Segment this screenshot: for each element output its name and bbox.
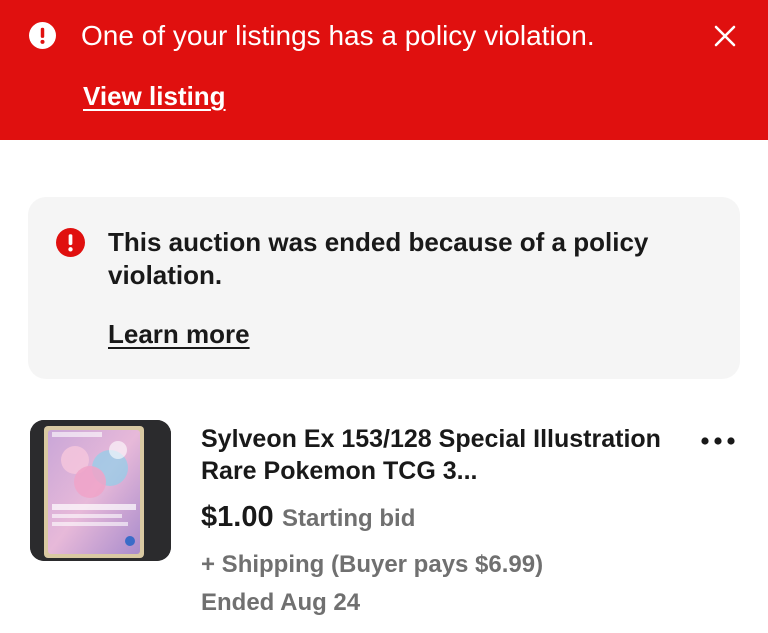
auction-status-card: This auction was ended because of a poli… <box>28 197 740 379</box>
more-horizontal-icon[interactable] <box>700 430 736 452</box>
listing-status: Ended Aug 24 <box>201 589 361 616</box>
policy-violation-banner: One of your listings has a policy violat… <box>0 0 768 140</box>
alert-circle-icon <box>29 22 56 49</box>
trading-card-image <box>30 420 171 561</box>
price-type: Starting bid <box>282 505 416 532</box>
listing-title[interactable]: Sylveon Ex 153/128 Special Illustration … <box>201 423 671 487</box>
listing-price: $1.00 <box>201 501 274 533</box>
error-circle-icon <box>56 228 85 257</box>
banner-message: One of your listings has a policy violat… <box>81 20 595 51</box>
auction-ended-message: This auction was ended because of a poli… <box>108 227 649 290</box>
close-icon[interactable] <box>711 22 739 50</box>
learn-more-link[interactable]: Learn more <box>108 318 250 350</box>
shipping-cost: + Shipping (Buyer pays $6.99) <box>201 551 544 578</box>
listing-thumbnail[interactable] <box>30 420 171 561</box>
view-listing-link[interactable]: View listing <box>83 80 226 112</box>
price-line: $1.00 Starting bid <box>201 501 415 534</box>
